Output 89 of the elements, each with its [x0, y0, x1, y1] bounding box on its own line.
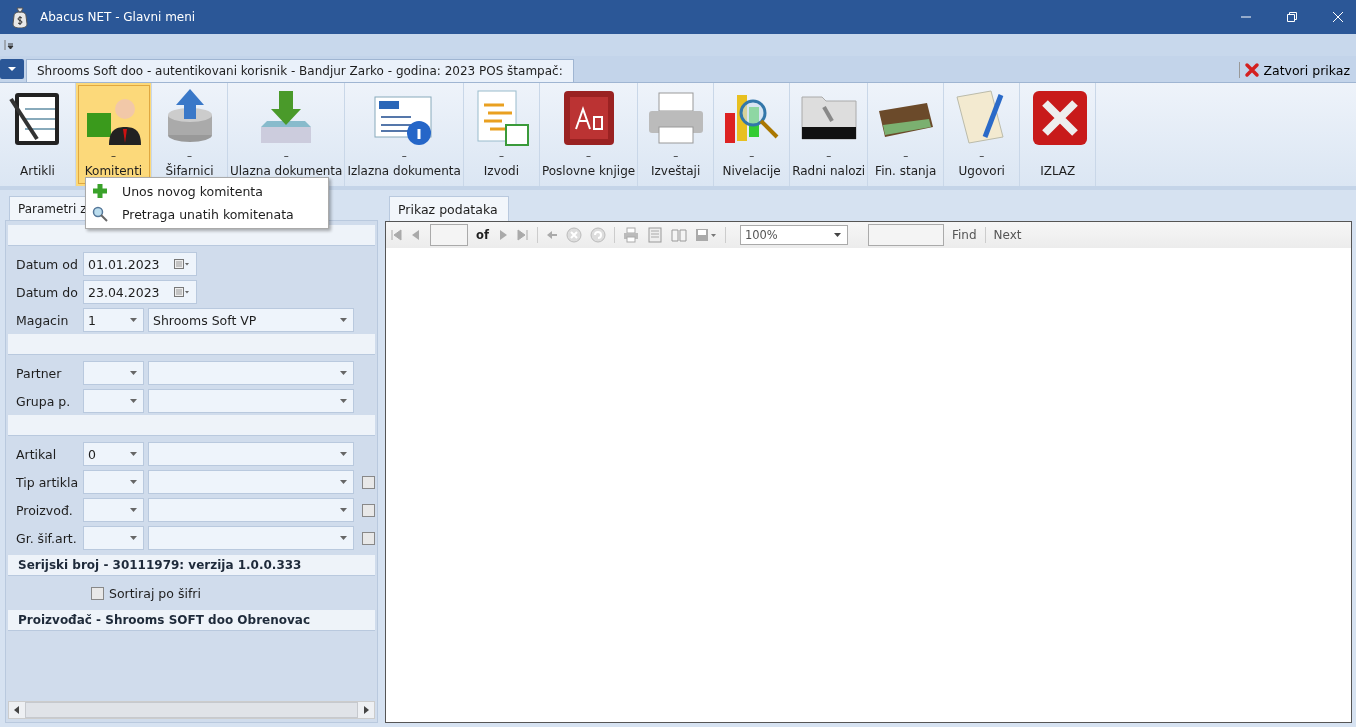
restore-icon[interactable]	[1286, 11, 1298, 23]
dropdown-arrow-icon	[340, 508, 347, 512]
field-label: Artikal	[16, 446, 58, 462]
dropdown-arrow-icon	[130, 536, 137, 540]
dropdown-arrow-icon	[130, 508, 137, 512]
field-label: Partner	[16, 365, 63, 381]
dropdown-arrow-icon	[340, 480, 347, 484]
code-combo[interactable]	[83, 470, 144, 494]
zoom-dropdown[interactable]: 100%	[739, 225, 848, 245]
caret-icon	[7, 66, 17, 72]
ribbon-button[interactable]: – Komitenti	[76, 83, 152, 186]
application-menu-button[interactable]	[0, 59, 24, 79]
find-field[interactable]	[867, 224, 944, 246]
ribbon-button[interactable]: – Izveštaji	[638, 83, 715, 186]
info-text: Serijski broj - 30111979: verzija 1.0.0.333	[8, 555, 375, 576]
export-icon[interactable]	[694, 227, 717, 243]
print-icon[interactable]	[622, 227, 639, 243]
dropdown-arrow-icon	[340, 536, 347, 540]
code-combo[interactable]	[83, 526, 144, 550]
calendar-icon[interactable]	[174, 287, 190, 297]
close-icon	[1244, 62, 1261, 78]
dropdown-arrow-icon	[130, 318, 137, 322]
dropdown-arrow-icon	[340, 371, 347, 375]
ribbon-button[interactable]: Artikli	[0, 83, 76, 186]
page-layout-icon[interactable]	[646, 227, 663, 243]
value-combo[interactable]	[148, 361, 354, 385]
of-label: of	[476, 228, 489, 242]
page-setup-icon[interactable]	[670, 227, 687, 243]
dropdown-arrow-icon	[340, 452, 347, 456]
code-combo[interactable]	[83, 498, 144, 522]
dropdown-arrow-icon	[340, 399, 347, 403]
back-icon[interactable]	[545, 229, 558, 241]
customize-toolbar-icon[interactable]	[4, 39, 14, 51]
dropdown-arrow-icon	[130, 452, 137, 456]
checkbox[interactable]	[362, 475, 375, 489]
find-link[interactable]: Find	[951, 228, 977, 242]
code-combo[interactable]	[83, 389, 144, 413]
field-label: Datum do	[16, 284, 79, 300]
dropdown-arrow-icon	[340, 318, 347, 322]
ribbon-button[interactable]: – Izlazna dokumenta	[345, 83, 464, 186]
field-label: Datum od	[16, 256, 79, 272]
first-page-icon[interactable]	[390, 229, 402, 241]
refresh-icon[interactable]	[589, 227, 606, 243]
ribbon-button[interactable]: – Nivelacije	[714, 83, 791, 186]
value-combo[interactable]	[148, 389, 354, 413]
ribbon-button[interactable]: – Izvodi	[463, 83, 540, 186]
panel-tab[interactable]: Prikaz podataka	[389, 196, 509, 221]
dropdown-arrow-icon	[130, 399, 137, 403]
dropdown-arrow-icon	[130, 371, 137, 375]
field-label: Proizvođ.	[16, 502, 74, 518]
ribbon-button[interactable]: – Radni nalozi	[790, 83, 869, 186]
search-icon	[92, 206, 108, 222]
calendar-icon[interactable]	[174, 259, 190, 269]
field-label: Magacin	[16, 312, 70, 328]
last-page-icon[interactable]	[516, 229, 529, 241]
value-combo[interactable]	[148, 442, 354, 466]
value-combo[interactable]	[148, 498, 354, 522]
info-text: Proizvođač - Shrooms SOFT doo Obrenovac	[8, 610, 375, 631]
ribbon-button[interactable]: – Fin. stanja	[868, 83, 945, 186]
page-field[interactable]	[430, 224, 468, 246]
sort-checkbox[interactable]: Sortiraj po šifri	[91, 585, 201, 601]
ribbon-button[interactable]: IZLAZ	[1020, 83, 1097, 186]
field-label: Grupa p.	[16, 393, 72, 409]
window-title: Abacus NET - Glavni meni	[40, 10, 196, 24]
next-link[interactable]: Next	[993, 228, 1022, 242]
code-combo[interactable]: 1	[83, 308, 144, 332]
previous-page-icon[interactable]	[410, 229, 422, 241]
checkbox[interactable]	[362, 503, 375, 517]
close-view-button[interactable]: Zatvori prikaz	[1239, 62, 1356, 78]
document-tab[interactable]: Shrooms Soft doo - autentikovani korisnik - Bandjur Zarko - godina: 2023 POS štampač:	[26, 59, 574, 82]
date-field[interactable]: 23.04.2023	[83, 280, 197, 304]
code-combo[interactable]	[83, 361, 144, 385]
value-combo[interactable]	[148, 470, 354, 494]
checkbox[interactable]	[362, 531, 375, 545]
value-combo[interactable]: Shrooms Soft VP	[148, 308, 354, 332]
stop-icon[interactable]	[565, 227, 582, 243]
value-combo[interactable]	[148, 526, 354, 550]
code-combo[interactable]: 0	[83, 442, 144, 466]
plus-icon	[92, 183, 108, 199]
ribbon-button[interactable]: – Ugovori	[944, 83, 1021, 186]
ribbon-button[interactable]: – Poslovne knjige	[539, 83, 639, 186]
field-label: Tip artikla	[16, 474, 80, 490]
dropdown-arrow-icon	[130, 480, 137, 484]
field-label: Gr. šif.art.	[16, 530, 78, 546]
money-bag-icon	[10, 6, 30, 28]
date-field[interactable]: 01.01.2023	[83, 252, 197, 276]
close-icon[interactable]	[1332, 11, 1344, 23]
dropdown-arrow-icon	[833, 233, 841, 237]
horizontal-scrollbar[interactable]	[8, 701, 375, 719]
